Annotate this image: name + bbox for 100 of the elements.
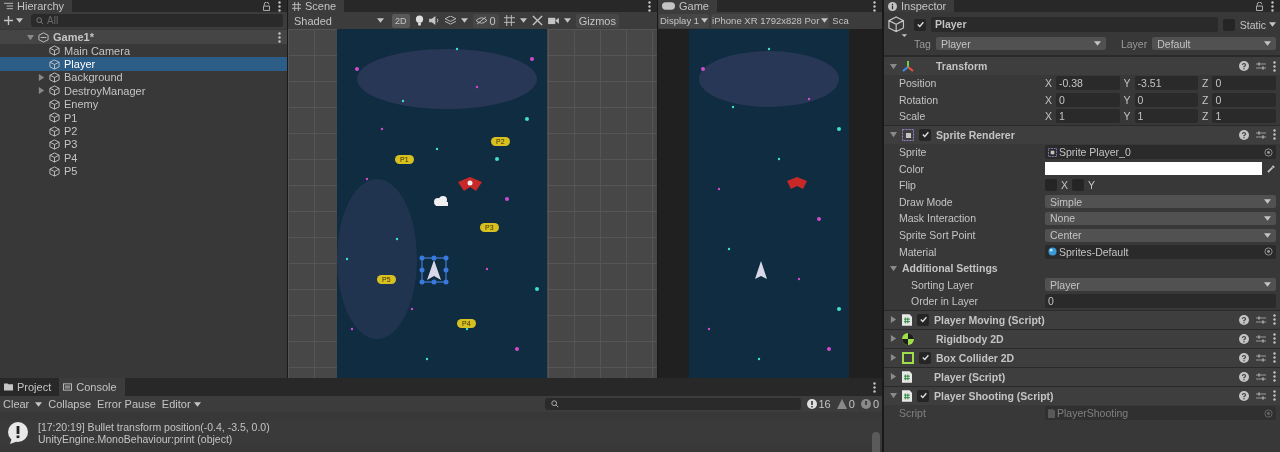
menu-icon[interactable] — [1273, 371, 1276, 383]
number-field[interactable]: 0 — [1056, 92, 1120, 107]
collapsed-arrow-icon[interactable] — [890, 354, 897, 362]
help-icon[interactable] — [1239, 352, 1249, 363]
hierarchy-item[interactable]: DestroyManager — [0, 84, 287, 98]
presets-icon[interactable] — [1256, 333, 1266, 344]
section-title[interactable]: Additional Settings — [902, 262, 998, 275]
hierarchy-item[interactable]: P3 — [0, 137, 287, 152]
collapse-button[interactable]: Collapse — [48, 398, 92, 410]
editor-dropdown[interactable]: Editor — [161, 398, 201, 410]
camera-icon[interactable] — [547, 16, 559, 25]
hierarchy-item[interactable]: P2 — [0, 124, 287, 138]
panel-tab[interactable]: Project — [0, 378, 60, 396]
add-button[interactable] — [4, 16, 23, 25]
log-count-toggle[interactable]: 16 — [806, 398, 831, 410]
presets-icon[interactable] — [1256, 129, 1266, 140]
hierarchy-item[interactable]: Player — [0, 57, 287, 71]
warning-count-toggle[interactable]: 0 — [836, 398, 855, 410]
menu-icon[interactable] — [1273, 390, 1276, 402]
lightbulb-icon[interactable] — [414, 15, 424, 26]
resolution-dropdown[interactable]: iPhone XR 1792x828 Por — [711, 13, 830, 28]
help-icon[interactable] — [1239, 390, 1249, 401]
expanded-arrow-icon[interactable] — [890, 62, 897, 70]
checkbox[interactable] — [919, 128, 931, 141]
shading-dropdown[interactable]: Shaded — [291, 13, 387, 28]
scene-tab[interactable]: Scene — [288, 0, 345, 12]
clear-button[interactable]: Clear — [3, 398, 30, 410]
hierarchy-item[interactable]: P1 — [0, 110, 287, 125]
number-field[interactable]: -0.38 — [1056, 76, 1120, 91]
layer-dropdown[interactable]: Default — [1152, 37, 1276, 50]
number-field[interactable]: -3.51 — [1134, 76, 1199, 91]
2d-toggle[interactable]: 2D — [392, 13, 410, 28]
menu-icon[interactable] — [1273, 314, 1276, 326]
expanded-arrow-icon[interactable] — [890, 131, 897, 139]
scene-name[interactable]: Game1* — [53, 31, 94, 43]
expanded-arrow-icon[interactable] — [27, 33, 34, 41]
static-dropdown[interactable]: Static — [1239, 18, 1276, 31]
help-icon[interactable] — [1239, 333, 1249, 344]
eyedropper-icon[interactable] — [1267, 164, 1276, 174]
component-header[interactable]: Sprite Renderer — [884, 124, 1280, 144]
object-field[interactable]: Sprite Player_0 — [1045, 145, 1276, 160]
number-field[interactable]: 1 — [1134, 109, 1199, 124]
object-field[interactable]: Sprites-Default — [1045, 244, 1276, 259]
menu-icon[interactable] — [873, 381, 876, 393]
presets-icon[interactable] — [1256, 61, 1266, 71]
object-name-field[interactable]: Player — [931, 17, 1218, 32]
presets-icon[interactable] — [1256, 352, 1266, 363]
game-tab[interactable]: Game — [658, 0, 717, 12]
menu-icon[interactable] — [1273, 60, 1276, 72]
tag-dropdown[interactable]: Player — [935, 37, 1106, 50]
grid-snap-icon[interactable] — [503, 15, 515, 26]
checkbox[interactable] — [917, 389, 929, 402]
number-field[interactable]: 0 — [1212, 92, 1276, 107]
help-icon[interactable] — [1239, 314, 1249, 325]
inspector-tab[interactable]: Inspector — [884, 0, 955, 12]
number-field[interactable]: 1 — [1056, 109, 1120, 124]
tools-icon[interactable] — [531, 15, 543, 26]
component-header[interactable]: Player Moving (Script) — [884, 309, 1280, 329]
number-field[interactable]: 0 — [1045, 294, 1276, 309]
collapsed-arrow-icon[interactable] — [890, 316, 897, 324]
hierarchy-item[interactable]: Enemy — [0, 97, 287, 111]
display-dropdown[interactable]: Display 1 — [659, 13, 710, 28]
number-field[interactable]: 0 — [1212, 76, 1276, 91]
cube-icon[interactable] — [888, 16, 908, 38]
expanded-arrow-icon[interactable] — [890, 392, 897, 400]
lock-icon[interactable] — [1256, 1, 1263, 11]
help-icon[interactable] — [1239, 129, 1249, 140]
dropdown[interactable]: Simple — [1045, 195, 1276, 209]
checkbox[interactable] — [917, 313, 929, 326]
presets-icon[interactable] — [1256, 314, 1266, 325]
help-icon[interactable] — [1239, 371, 1249, 382]
collapsed-arrow-icon[interactable] — [890, 335, 897, 343]
hierarchy-item[interactable]: P4 — [0, 151, 287, 165]
checkbox[interactable] — [919, 351, 931, 364]
search-field[interactable] — [544, 398, 801, 410]
hidden-objects-toggle[interactable]: 0 — [472, 13, 499, 28]
collapsed-arrow-icon[interactable] — [890, 373, 897, 381]
menu-icon[interactable] — [1273, 333, 1276, 345]
scrollbar[interactable] — [872, 432, 880, 452]
panel-tab[interactable]: Console — [59, 378, 125, 396]
checkbox[interactable] — [914, 18, 926, 31]
menu-icon[interactable] — [278, 31, 281, 43]
hierarchy-tab[interactable]: Hierarchy — [0, 0, 73, 12]
object-picker-icon[interactable] — [1264, 247, 1273, 257]
error-count-toggle[interactable]: 0 — [860, 398, 879, 410]
presets-icon[interactable] — [1256, 390, 1266, 401]
object-picker-icon[interactable] — [1264, 147, 1273, 157]
hierarchy-item[interactable]: P5 — [0, 164, 287, 178]
dropdown[interactable]: None — [1045, 211, 1276, 225]
speaker-icon[interactable] — [428, 16, 440, 25]
menu-icon[interactable] — [1273, 129, 1276, 141]
layers-icon[interactable] — [444, 16, 456, 25]
help-icon[interactable] — [1239, 61, 1249, 71]
number-field[interactable]: 1 — [1212, 109, 1276, 124]
menu-icon[interactable] — [873, 0, 876, 12]
lock-icon[interactable] — [263, 1, 270, 11]
selected-player-ship-icon[interactable] — [419, 255, 449, 285]
error-pause-button[interactable]: Error Pause — [97, 398, 156, 410]
menu-icon[interactable] — [648, 0, 651, 12]
dropdown[interactable]: Center — [1045, 228, 1276, 242]
